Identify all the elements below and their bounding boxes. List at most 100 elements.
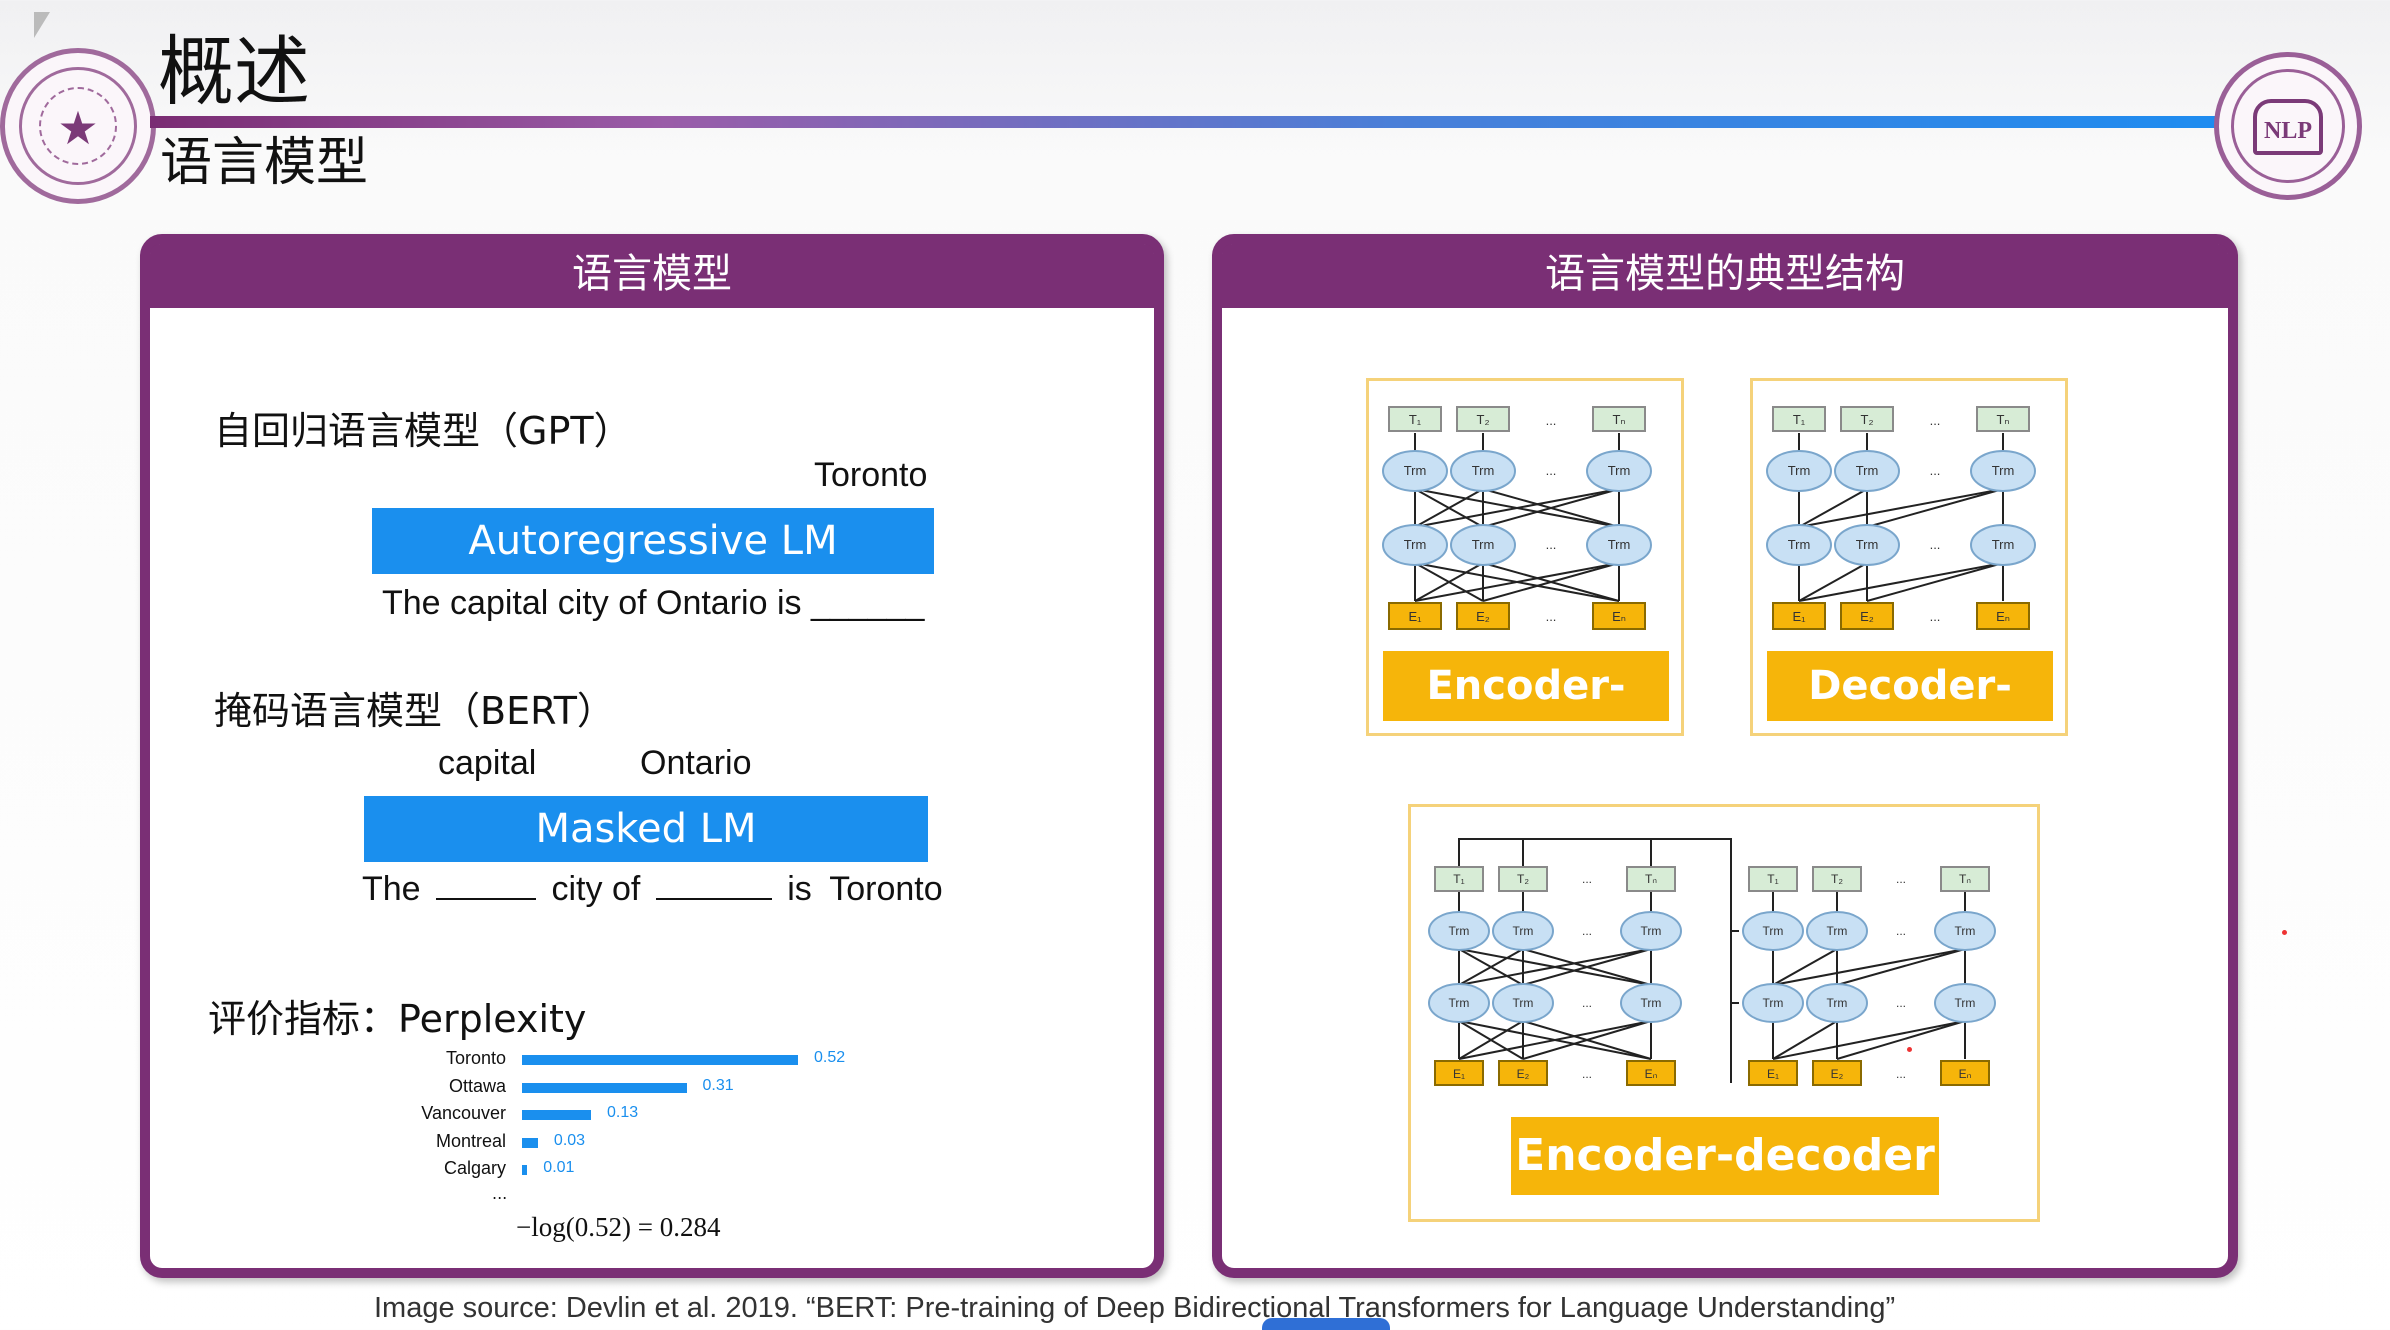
bert-sentence: The city of is Toronto	[362, 870, 943, 909]
svg-text:T₂: T₂	[1477, 412, 1490, 427]
svg-text:T₂: T₂	[1861, 412, 1874, 427]
slide-progress-indicator[interactable]	[1262, 1318, 1390, 1330]
svg-text:Tₙ: Tₙ	[1959, 872, 1971, 886]
chart-category-label: Ottawa	[448, 1075, 506, 1096]
svg-text:Tₙ: Tₙ	[1996, 412, 2009, 427]
gpt-predicted-word: Toronto	[814, 456, 928, 494]
svg-text:Trm: Trm	[1449, 996, 1470, 1010]
svg-text:...: ...	[1546, 609, 1557, 624]
svg-text:...: ...	[1896, 1067, 1906, 1081]
bert-sentence-part: Toronto	[829, 870, 943, 908]
panel-heading: 语言模型的典型结构	[1222, 244, 2228, 308]
language-model-panel: 语言模型 自回归语言模型（GPT） Toronto Autoregressive…	[140, 234, 1164, 1278]
svg-text:E₂: E₂	[1517, 1067, 1530, 1081]
bert-sentence-part: The	[362, 870, 421, 908]
decoder-only-box: Trm Trm Trm Trm Trm Trm T₁ T₂ Tₙ E₁ E₂ Eₙ ......…	[1750, 378, 2068, 779]
encoder-only-label: Encoder-only	[1383, 651, 1669, 779]
svg-text:Trm: Trm	[1856, 463, 1879, 478]
image-source-caption: Image source: Devlin et al. 2019. “BERT:…	[374, 1292, 1896, 1324]
svg-text:Trm: Trm	[1472, 537, 1495, 552]
svg-text:...: ...	[1896, 924, 1906, 938]
svg-text:...: ...	[1896, 996, 1906, 1010]
autoregressive-lm-bar: Autoregressive LM	[372, 508, 934, 574]
svg-text:...: ...	[1930, 609, 1941, 624]
svg-text:E₂: E₂	[1476, 609, 1490, 624]
svg-text:Trm: Trm	[1788, 463, 1811, 478]
encoder-decoder-label: Encoder-decoder	[1511, 1117, 1939, 1195]
bert-predicted-word-2: Ontario	[640, 744, 752, 782]
svg-text:E₂: E₂	[1831, 1067, 1844, 1081]
svg-text:Trm: Trm	[1763, 924, 1784, 938]
metric-name: Perplexity	[398, 997, 587, 1041]
chart-value-label: 0.52	[814, 1049, 846, 1066]
decoder-only-diagram: Trm Trm Trm Trm Trm Trm T₁ T₂ Tₙ E₁ E₂ Eₙ ......…	[1766, 406, 2036, 630]
svg-text:Trm: Trm	[1608, 463, 1631, 478]
svg-text:...: ...	[1896, 872, 1906, 886]
svg-text:Trm: Trm	[1992, 463, 2015, 478]
gpt-sentence: The capital city of Ontario is ______	[382, 584, 925, 622]
svg-text:...: ...	[1582, 924, 1592, 938]
svg-text:Trm: Trm	[1608, 537, 1631, 552]
chart-value-label: 0.03	[553, 1131, 586, 1149]
svg-text:E₁: E₁	[1767, 1067, 1779, 1081]
chart-value-label: 0.31	[702, 1076, 734, 1094]
laser-pointer-dot	[2282, 930, 2287, 935]
gpt-label: 自回归语言模型（GPT）	[214, 409, 632, 453]
nlp-logo-mark: NLP	[2253, 99, 2323, 155]
chart-bar	[522, 1110, 591, 1120]
chart-bar	[522, 1165, 528, 1175]
masked-lm-bar: Masked LM	[364, 796, 928, 862]
nlp-lab-logo: NLP	[2214, 52, 2362, 200]
svg-text:...: ...	[1930, 537, 1941, 552]
svg-text:Trm: Trm	[1992, 537, 2015, 552]
perplexity-chart: Toronto 0.52 Ottawa 0.31 Vancouver 0.13 Montre…	[376, 1048, 876, 1192]
bert-sentence-part: city of	[551, 870, 641, 908]
svg-text:Trm: Trm	[1404, 537, 1427, 552]
svg-text:Trm: Trm	[1827, 924, 1848, 938]
encoder-decoder-diagram: Trm Trm Trm Trm Trm Trm Trm Trm Trm Trm Trm Trm …	[1428, 838, 1996, 1086]
university-seal-logo: ★	[0, 48, 156, 204]
star-icon: ★	[57, 101, 99, 155]
typical-structures-panel: 语言模型的典型结构 Trm Trm Trm Trm Trm Trm T₁ T₂ …	[1212, 234, 2238, 1278]
svg-text:Trm: Trm	[1641, 924, 1662, 938]
chart-bar	[522, 1082, 687, 1093]
svg-text:T₁: T₁	[1409, 412, 1422, 427]
page-title: 概述	[158, 27, 310, 116]
svg-text:Eₙ: Eₙ	[1612, 609, 1626, 624]
svg-text:Trm: Trm	[1955, 996, 1976, 1010]
svg-text:T₂: T₂	[1831, 872, 1843, 886]
svg-text:Trm: Trm	[1827, 996, 1848, 1010]
svg-text:T₁: T₁	[1453, 872, 1464, 886]
decoder-only-label: Decoder-only	[1767, 651, 2053, 779]
svg-text:T₁: T₁	[1767, 872, 1778, 886]
page-subtitle: 语言模型	[160, 133, 369, 193]
chart-category-label: Vancouver	[421, 1103, 506, 1123]
svg-text:Trm: Trm	[1472, 463, 1495, 478]
svg-text:Trm: Trm	[1763, 996, 1784, 1010]
svg-text:Trm: Trm	[1513, 996, 1534, 1010]
chart-ellipsis: ...	[492, 1184, 508, 1203]
svg-text:...: ...	[1930, 463, 1941, 478]
svg-text:T₁: T₁	[1793, 412, 1806, 427]
header-divider	[150, 116, 2220, 128]
svg-text:Trm: Trm	[1856, 537, 1879, 552]
svg-text:Trm: Trm	[1641, 996, 1662, 1010]
svg-text:Eₙ: Eₙ	[1645, 1067, 1658, 1081]
metric-prefix: 评价指标：	[208, 997, 399, 1041]
svg-text:Trm: Trm	[1449, 924, 1470, 938]
perplexity-formula: −log(0.52) = 0.284	[516, 1212, 721, 1242]
mask-blank	[436, 898, 537, 900]
chart-category-label: Calgary	[443, 1158, 506, 1178]
chart-value-label: 0.01	[543, 1159, 575, 1176]
svg-text:E₂: E₂	[1860, 609, 1874, 624]
chart-bar	[522, 1137, 538, 1148]
encoder-decoder-box: Trm Trm Trm Trm Trm Trm Trm Trm Trm Trm Trm Trm …	[1408, 804, 2040, 1222]
bert-label: 掩码语言模型（BERT）	[214, 689, 615, 733]
svg-text:Trm: Trm	[1513, 924, 1534, 938]
svg-text:E₁: E₁	[1453, 1067, 1465, 1081]
svg-text:Trm: Trm	[1788, 537, 1811, 552]
svg-text:...: ...	[1582, 1067, 1592, 1081]
encoder-only-diagram: Trm Trm Trm Trm Trm Trm T₁ T₂ Tₙ E₁ E₂ Eₙ ......…	[1382, 406, 1652, 630]
mouse-cursor-icon	[34, 12, 50, 38]
metric-label: 评价指标：Perplexity	[208, 988, 586, 1043]
